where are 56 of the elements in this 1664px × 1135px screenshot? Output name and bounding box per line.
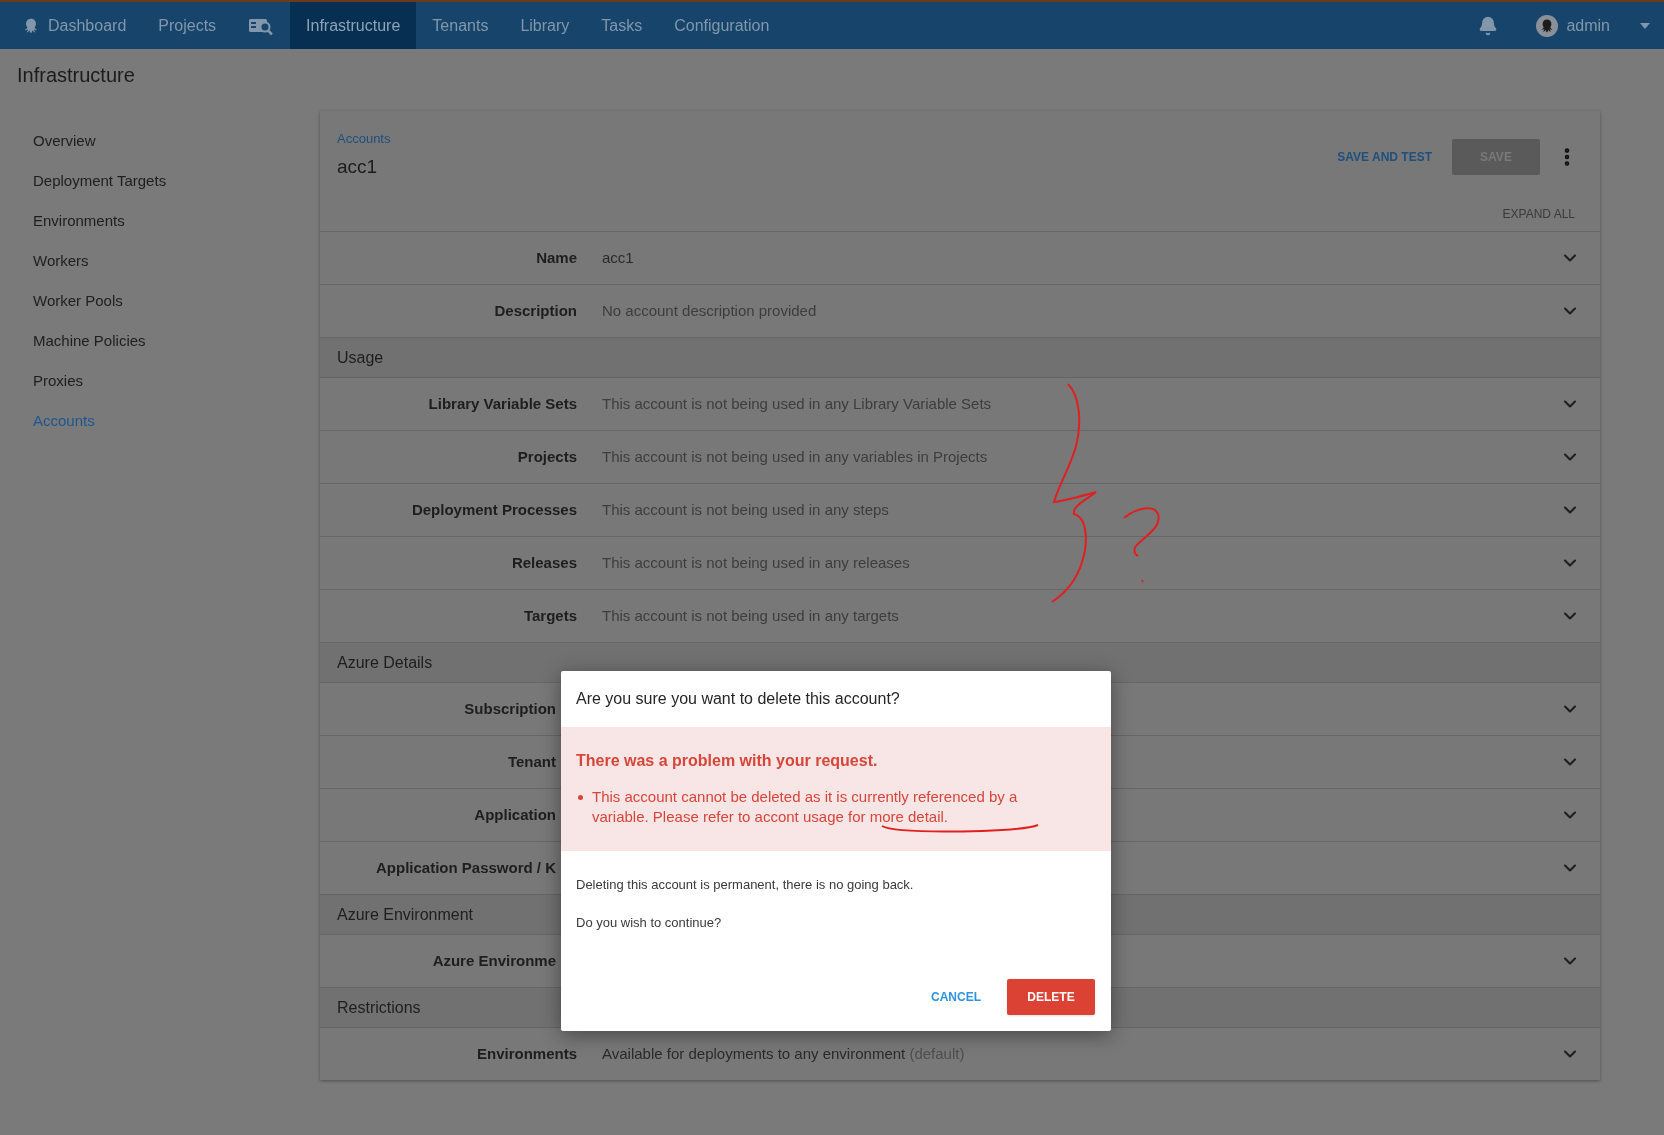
sidebar-item[interactable]: Proxies (33, 361, 320, 401)
field-label: Application (474, 804, 556, 825)
field-label: Environments (476, 1043, 577, 1064)
field-value: This account is not being used in any releases (602, 552, 910, 573)
section-heading: Azure Environment (337, 904, 474, 925)
field-label: Library Variable Sets (428, 393, 577, 414)
sidebar-item[interactable]: Machine Policies (33, 321, 320, 361)
field-label: Deployment Processes (411, 499, 577, 520)
field-label: Tenant (507, 751, 556, 772)
caret-icon[interactable] (1640, 22, 1650, 29)
save-and-test-button[interactable]: SAVE AND TEST (1337, 148, 1432, 166)
dialog-text: Deleting this account is permanent, there is no going back. (576, 876, 915, 894)
sidebar-item[interactable]: Environments (33, 201, 320, 241)
nav-tab[interactable]: Tenants (416, 2, 505, 49)
field-label: Application Password / K (375, 857, 556, 878)
card-search-icon (248, 16, 275, 35)
delete-button[interactable]: DELETE (1007, 979, 1095, 1015)
field-label: Name (536, 247, 577, 268)
section-heading: Usage (337, 347, 384, 368)
field-value: This account is not being used in any Library Variable Sets (602, 393, 992, 414)
dialog-title: Are you sure you want to delete this account? (576, 689, 900, 709)
cancel-button[interactable]: CANCEL (929, 988, 983, 1006)
dialog-text: Do you wish to continue? (576, 913, 723, 932)
field-value: This account is not being used in any targets (602, 605, 899, 626)
error-heading: There was a problem with your request. (576, 751, 878, 771)
field-label: Projects (517, 446, 577, 467)
account-title: acc1 (337, 154, 378, 179)
expand-all-button[interactable]: EXPAND ALL (1502, 205, 1575, 223)
sidebar-item[interactable]: Deployment Targets (33, 161, 320, 201)
field-label: Azure Environme (432, 950, 556, 971)
error-message: This account cannot be deleted as it is currently referenced by a variable. Please refer to accont usage for more detail. (592, 787, 1019, 827)
user-name[interactable]: admin (1566, 13, 1610, 38)
sidebar-item[interactable]: Accounts (33, 401, 320, 441)
field-label: Targets (523, 605, 577, 626)
sidebar-item[interactable]: Worker Pools (33, 281, 320, 321)
sidebar-item[interactable]: Overview (33, 121, 320, 161)
nav-tab[interactable]: Dashboard (0, 2, 143, 49)
section-heading: Azure Details (337, 652, 433, 673)
user-avatar[interactable] (1536, 14, 1559, 37)
field-label: Description (494, 300, 577, 321)
nav-tab[interactable]: Configuration (658, 2, 786, 49)
page-title: Infrastructure (17, 63, 136, 88)
sidebar-item[interactable]: Workers (33, 241, 320, 281)
field-label: Subscription (464, 698, 556, 719)
field-value: No account description provided (602, 300, 817, 321)
bullet-icon (578, 795, 583, 800)
field-value: This account is not being used in any variables in Projects (602, 446, 988, 467)
field-value: acc1 (602, 247, 634, 268)
nav-tab[interactable]: Infrastructure (290, 2, 417, 49)
nav-tab[interactable]: Projects (142, 2, 233, 49)
nav-tab[interactable]: Tasks (585, 2, 659, 49)
section-heading: Restrictions (337, 997, 421, 1018)
field-label: Releases (511, 552, 577, 573)
field-value: This account is not being used in any steps (602, 499, 889, 520)
notification-bell-icon[interactable] (1478, 15, 1499, 36)
nav-tab[interactable]: Library (504, 2, 586, 49)
